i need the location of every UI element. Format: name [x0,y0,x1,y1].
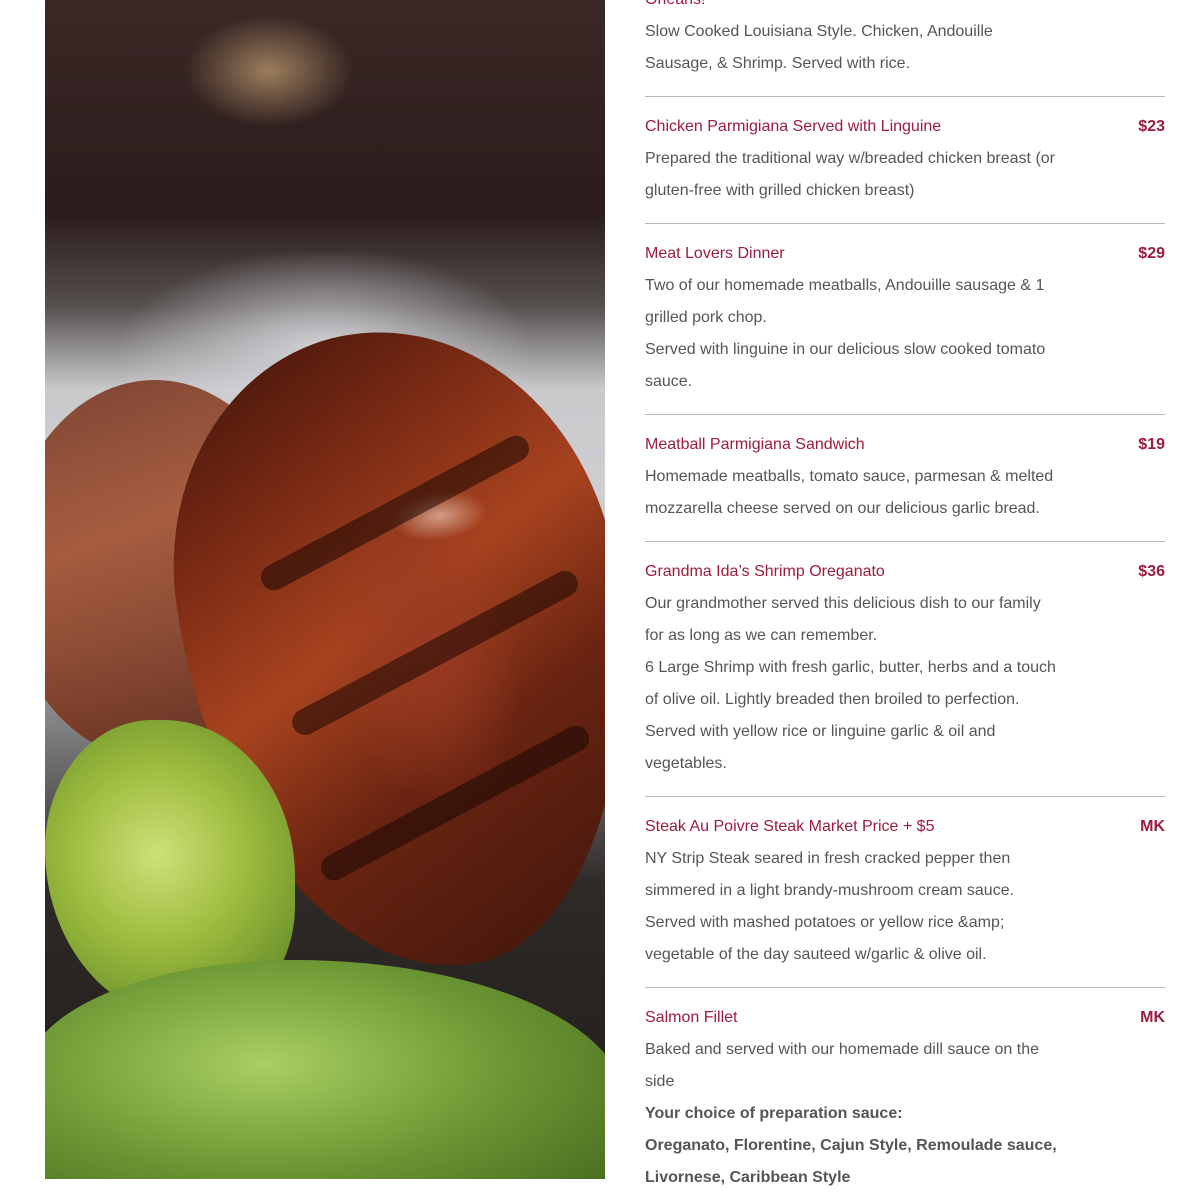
menu-item-desc-line: Sausage, & Shrimp. Served with rice. [645,55,911,72]
menu-item-desc-line: Prepared the traditional way w/breaded c… [645,150,1055,167]
menu-item-desc-line: Slow Cooked Louisiana Style. Chicken, An… [645,23,993,40]
menu-item-sauce-options: Oreganato, Florentine, Cajun Style, Remo… [645,1137,1057,1154]
menu-item-title: Chicken Parmigiana Served with Linguine [645,118,942,135]
menu-item: Steak Au Poivre Steak Market Price + $5 … [645,797,1165,988]
menu-item-desc-line: Homemade meatballs, tomato sauce, parmes… [645,468,1054,485]
menu-item: Meat Lovers Dinner $29 Two of our homema… [645,224,1165,415]
menu-item-desc-line: grilled pork chop. [645,309,767,326]
menu-item-desc-line: Two of our homemade meatballs, Andouille… [645,277,1045,294]
menu-item-desc-line: Baked and served with our homemade dill … [645,1041,1040,1058]
menu-item-desc-line: Served with yellow rice or linguine garl… [645,723,996,740]
menu-item: Salmon Fillet MK Baked and served with o… [645,988,1165,1194]
menu-item-title: Steak Au Poivre Steak Market Price + $5 [645,818,935,835]
food-photo [45,0,605,1179]
menu-item-price: $36 [1138,563,1165,580]
menu-item-desc-line: simmered in a light brandy-mushroom crea… [645,882,1015,899]
menu-item-price: $19 [1138,436,1165,453]
menu-item: Meatball Parmigiana Sandwich $19 Homemad… [645,415,1165,542]
menu-item-price: $23 [1138,118,1165,135]
menu-item-price: MK [1140,1009,1165,1026]
menu-item: Chicken Parmigiana Served with Linguine … [645,97,1165,224]
menu-item-desc-line: Served with mashed potatoes or yellow ri… [645,914,1005,931]
menu-item-desc-line: side [645,1073,675,1090]
menu-item-desc-line: gluten-free with grilled chicken breast) [645,182,915,199]
menu-list: Orleans! Slow Cooked Louisiana Style. Ch… [645,0,1165,1194]
menu-item-sauce-options: Livornese, Caribbean Style [645,1169,851,1186]
menu-item-desc-line: NY Strip Steak seared in fresh cracked p… [645,850,1011,867]
menu-item: Orleans! Slow Cooked Louisiana Style. Ch… [645,0,1165,97]
menu-item-title: Meat Lovers Dinner [645,245,785,262]
menu-item-desc-line: Served with linguine in our delicious sl… [645,341,1046,358]
menu-item-title: Orleans! [645,0,1165,16]
photo-greens [45,960,605,1179]
menu-item-desc-line: of olive oil. Lightly breaded then broil… [645,691,1020,708]
menu-item-sauce-heading: Your choice of preparation sauce: [645,1105,903,1122]
menu-item-price: $29 [1138,245,1165,262]
menu-item: Grandma Ida’s Shrimp Oreganato $36 Our g… [645,542,1165,797]
menu-item-title: Salmon Fillet [645,1009,738,1026]
menu-item-title: Grandma Ida’s Shrimp Oreganato [645,563,885,580]
menu-item-desc-line: sauce. [645,373,693,390]
menu-item-desc-line: Our grandmother served this delicious di… [645,595,1041,612]
menu-item-desc-line: mozzarella cheese served on our deliciou… [645,500,1040,517]
menu-item-desc-line: vegetables. [645,755,727,772]
menu-item-desc-line: 6 Large Shrimp with fresh garlic, butter… [645,659,1056,676]
menu-item-price: MK [1140,818,1165,835]
menu-item-desc-line: vegetable of the day sauteed w/garlic & … [645,946,987,963]
menu-item-desc-line: for as long as we can remember. [645,627,878,644]
menu-item-title: Meatball Parmigiana Sandwich [645,436,865,453]
